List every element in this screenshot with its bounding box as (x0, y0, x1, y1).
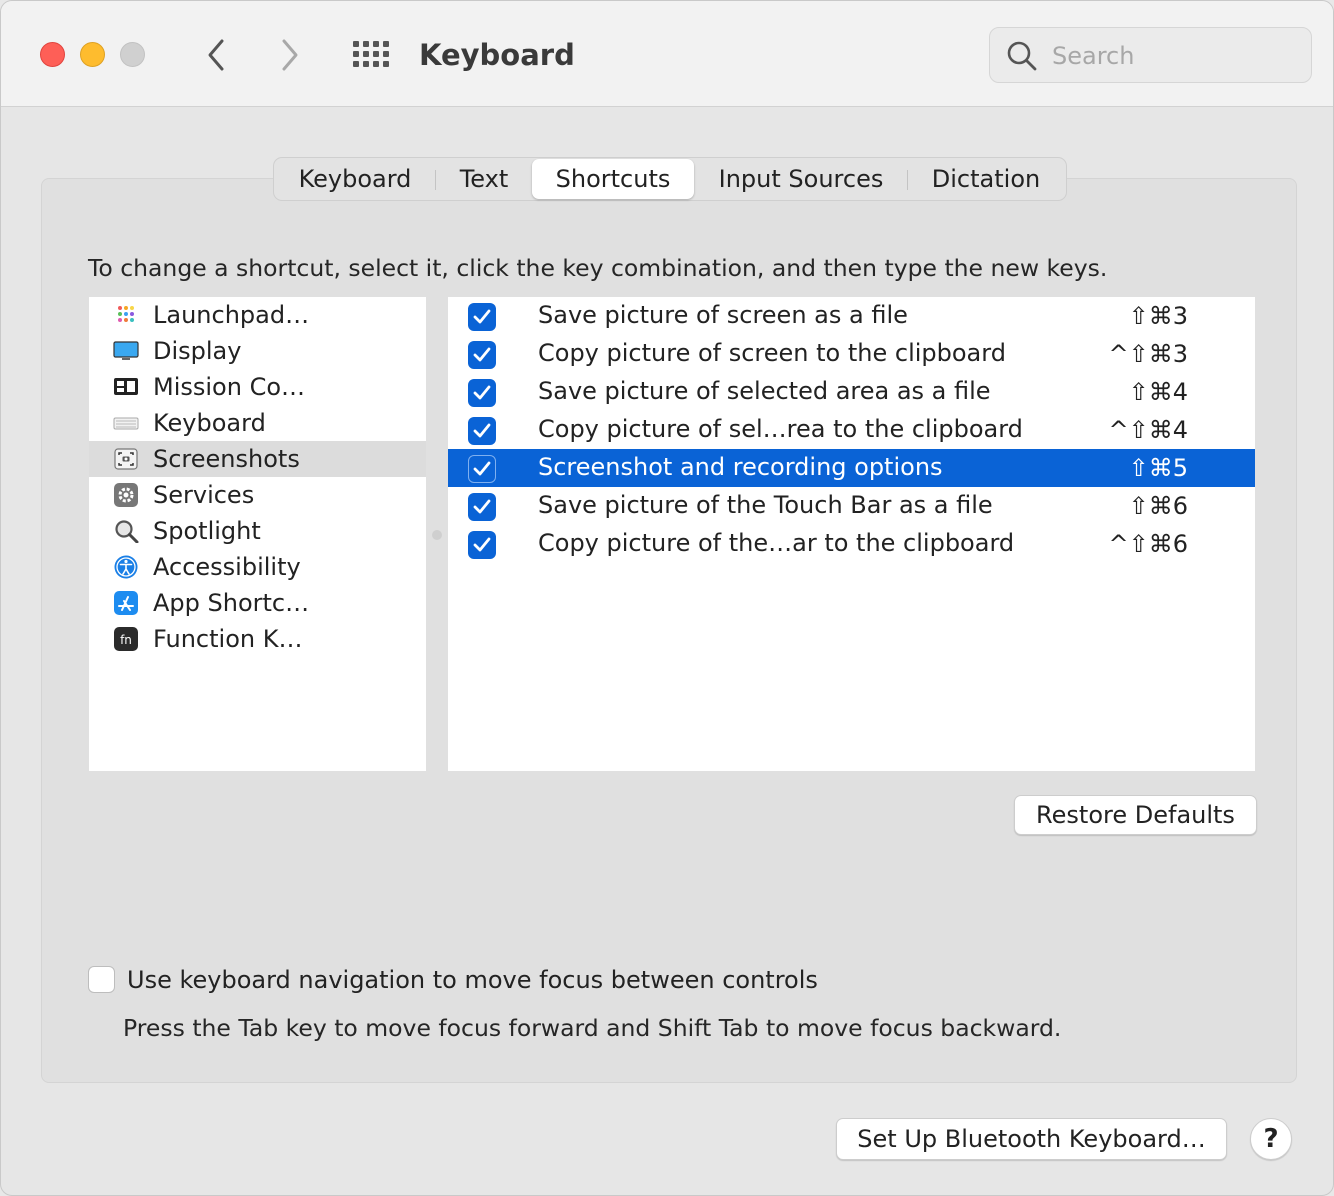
tab-bar: Keyboard Text Shortcuts Input Sources Di… (273, 157, 1067, 201)
category-label: Launchpad… (153, 301, 310, 329)
help-button[interactable]: ? (1250, 1118, 1292, 1160)
tab-shortcuts[interactable]: Shortcuts (532, 159, 694, 199)
category-list[interactable]: Launchpad… Display Mission Co… Keyboard … (89, 297, 426, 771)
shortcut-checkbox[interactable] (468, 455, 496, 483)
app-store-icon (114, 591, 138, 615)
category-label: Keyboard (153, 409, 266, 437)
shortcut-keys[interactable]: ⇧⌘4 (1129, 373, 1188, 411)
restore-defaults-button[interactable]: Restore Defaults (1014, 795, 1257, 835)
keyboard-icon (113, 417, 139, 430)
checkmark-icon (473, 537, 491, 552)
shortcut-checkbox[interactable] (468, 493, 496, 521)
checkmark-icon (473, 385, 491, 400)
shortcut-checkbox[interactable] (468, 341, 496, 369)
shortcut-checkbox[interactable] (468, 379, 496, 407)
shortcut-keys[interactable]: ^⇧⌘6 (1109, 525, 1189, 563)
checkmark-icon (473, 499, 491, 514)
tab-dictation[interactable]: Dictation (908, 159, 1064, 199)
category-label: Function K… (153, 625, 303, 653)
search-field[interactable]: Search (989, 27, 1312, 83)
shortcut-checkbox[interactable] (468, 303, 496, 331)
tab-text[interactable]: Text (436, 159, 532, 199)
category-label: App Shortc… (153, 589, 310, 617)
shortcut-label: Copy picture of screen to the clipboard (538, 339, 1006, 367)
screenshot-icon (114, 448, 138, 470)
shortcut-label: Copy picture of the…ar to the clipboard (538, 529, 1015, 557)
category-item-app-shortcuts[interactable]: App Shortc… (89, 585, 426, 621)
accessibility-icon (114, 555, 138, 579)
close-window-button[interactable] (40, 42, 65, 67)
fn-key-icon: fn (114, 627, 138, 651)
keyboard-navigation-label[interactable]: Use keyboard navigation to move focus be… (127, 964, 818, 996)
svg-text:fn: fn (120, 633, 132, 647)
category-label: Screenshots (153, 445, 300, 473)
category-item-services[interactable]: Services (89, 477, 426, 513)
instructions-text: To change a shortcut, select it, click t… (88, 254, 1108, 282)
back-button[interactable] (198, 35, 234, 75)
title-bar: Keyboard Search (1, 1, 1333, 107)
shortcut-label: Save picture of selected area as a file (538, 377, 991, 405)
shortcut-row[interactable]: Copy picture of the…ar to the clipboard … (448, 525, 1255, 563)
category-item-launchpad[interactable]: Launchpad… (89, 297, 426, 333)
tab-keyboard[interactable]: Keyboard (274, 159, 436, 199)
minimize-window-button[interactable] (80, 42, 105, 67)
shortcut-keys[interactable]: ⇧⌘6 (1129, 487, 1188, 525)
shortcut-row-selected[interactable]: Screenshot and recording options ⇧⌘5 (448, 449, 1255, 487)
search-placeholder: Search (1052, 42, 1135, 70)
shortcut-keys[interactable]: ^⇧⌘4 (1109, 411, 1189, 449)
shortcut-row[interactable]: Copy picture of sel…rea to the clipboard… (448, 411, 1255, 449)
search-icon (1007, 41, 1037, 71)
checkmark-icon (473, 347, 491, 362)
category-item-spotlight[interactable]: Spotlight (89, 513, 426, 549)
category-label: Mission Co… (153, 373, 306, 401)
split-view-divider[interactable] (432, 530, 442, 540)
magnifier-icon (115, 520, 139, 543)
shortcut-checkbox[interactable] (468, 531, 496, 559)
tab-input-sources[interactable]: Input Sources (694, 159, 908, 199)
shortcut-row[interactable]: Save picture of screen as a file ⇧⌘3 (448, 297, 1255, 335)
preferences-window: Keyboard Search Keyboard Text Shortcuts … (0, 0, 1334, 1196)
shortcut-row[interactable]: Save picture of selected area as a file … (448, 373, 1255, 411)
shortcut-label: Save picture of the Touch Bar as a file (538, 491, 993, 519)
shortcut-label: Save picture of screen as a file (538, 301, 908, 329)
shortcuts-list[interactable]: Save picture of screen as a file ⇧⌘3 Cop… (448, 297, 1255, 771)
show-all-button[interactable] (351, 39, 391, 71)
launchpad-icon (118, 306, 134, 322)
forward-button[interactable] (272, 35, 308, 75)
shortcut-checkbox[interactable] (468, 417, 496, 445)
gear-icon (114, 483, 138, 507)
window-title: Keyboard (419, 38, 575, 72)
category-item-display[interactable]: Display (89, 333, 426, 369)
category-label: Display (153, 337, 242, 365)
category-item-mission-control[interactable]: Mission Co… (89, 369, 426, 405)
shortcut-row[interactable]: Copy picture of screen to the clipboard … (448, 335, 1255, 373)
shortcut-keys[interactable]: ^⇧⌘3 (1109, 335, 1189, 373)
keyboard-navigation-hint: Press the Tab key to move focus forward … (123, 1014, 1062, 1042)
shortcut-keys[interactable]: ⇧⌘5 (1129, 449, 1188, 487)
chevron-right-icon (282, 39, 298, 71)
shortcut-label: Screenshot and recording options (538, 453, 943, 481)
display-icon (113, 341, 139, 360)
category-item-accessibility[interactable]: Accessibility (89, 549, 426, 585)
zoom-window-button[interactable] (120, 42, 145, 67)
bluetooth-keyboard-button[interactable]: Set Up Bluetooth Keyboard… (836, 1118, 1227, 1160)
keyboard-navigation-checkbox[interactable] (88, 966, 115, 993)
category-label: Services (153, 481, 255, 509)
chevron-left-icon (208, 39, 224, 71)
mission-control-icon (114, 378, 138, 395)
shortcut-keys[interactable]: ⇧⌘3 (1129, 297, 1188, 335)
category-item-function-keys[interactable]: fn Function K… (89, 621, 426, 657)
shortcut-row[interactable]: Save picture of the Touch Bar as a file … (448, 487, 1255, 525)
checkmark-icon (473, 423, 491, 438)
checkmark-icon (473, 461, 491, 476)
category-label: Spotlight (153, 517, 261, 545)
shortcut-label: Copy picture of sel…rea to the clipboard (538, 415, 1023, 443)
category-label: Accessibility (153, 553, 301, 581)
category-item-keyboard[interactable]: Keyboard (89, 405, 426, 441)
category-item-screenshots[interactable]: Screenshots (89, 441, 426, 477)
checkmark-icon (473, 309, 491, 324)
